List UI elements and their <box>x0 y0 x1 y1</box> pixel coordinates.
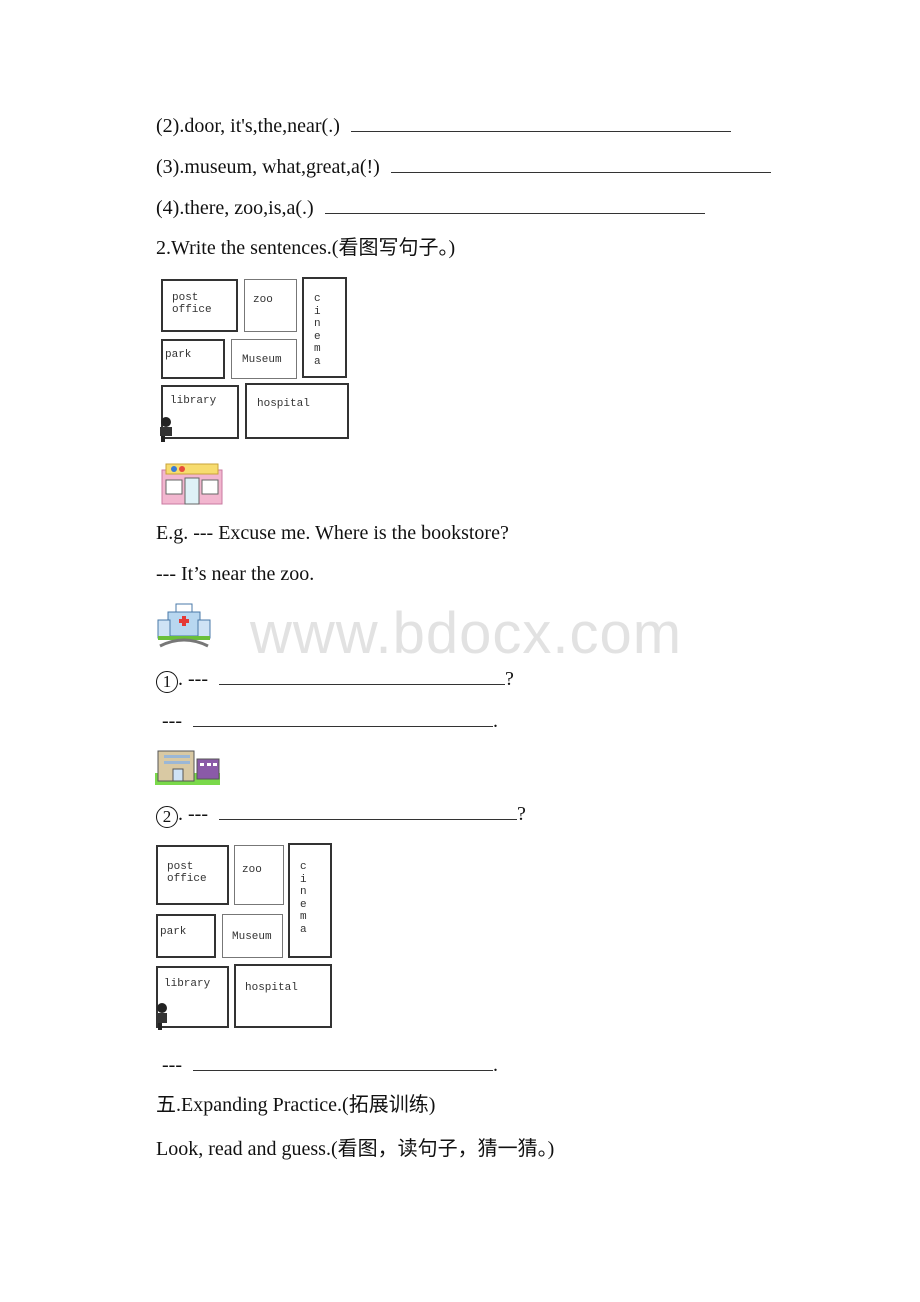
map-zoo: zoo <box>244 279 297 332</box>
map-post-office: post office <box>161 279 238 332</box>
answer-blank[interactable] <box>192 708 493 727</box>
reorder-exercise-3: (3).museum, what,great,a(!) <box>156 154 771 179</box>
example-answer: --- It’s near the zoo. <box>156 563 315 585</box>
town-map: post office zoo cinema park Museum libra… <box>156 276 352 442</box>
reorder-exercise-2: (2).door, it's,the,near(.) <box>156 113 731 138</box>
exercise-prompt: (4).there, zoo,is,a(.) <box>156 197 314 219</box>
answer-blank[interactable] <box>192 1052 493 1071</box>
section-2-heading: 2.Write the sentences.(看图写句子。) <box>156 237 456 259</box>
school-building-picture <box>155 750 220 785</box>
person-icon <box>157 1003 167 1030</box>
item-1-question: 1. --- ? <box>156 666 514 693</box>
example-question: E.g. --- Excuse me. Where is the booksto… <box>156 522 509 544</box>
section-5-instruction: Look, read and guess.(看图，读句子，猜一猜。) <box>156 1138 555 1160</box>
exercise-prompt: (3).museum, what,great,a(!) <box>156 156 380 178</box>
answer-blank[interactable] <box>324 195 705 214</box>
map-hospital: hospital <box>234 964 332 1028</box>
item-2-question: 2. --- ? <box>156 801 526 828</box>
item-number: 1 <box>156 671 178 693</box>
map-post-office: post office <box>156 845 229 905</box>
map-park: park <box>161 339 225 379</box>
map-zoo: zoo <box>234 845 284 905</box>
answer-blank[interactable] <box>350 113 731 132</box>
reorder-exercise-4: (4).there, zoo,is,a(.) <box>156 195 705 220</box>
exercise-prompt: (2).door, it's,the,near(.) <box>156 115 340 137</box>
bookstore-picture <box>161 463 223 505</box>
item-number: 2 <box>156 806 178 828</box>
section-5-heading: 五.Expanding Practice.(拓展训练) <box>156 1094 436 1116</box>
item-1-answer: --- . <box>162 708 498 732</box>
map-cinema: cinema <box>302 277 347 378</box>
map-cinema: cinema <box>288 843 332 958</box>
map-museum: Museum <box>231 339 297 379</box>
map-museum: Museum <box>222 914 283 958</box>
question-blank[interactable] <box>218 666 505 685</box>
person-icon <box>160 417 172 442</box>
map-park: park <box>156 914 216 958</box>
question-blank[interactable] <box>218 801 517 820</box>
town-map: post office zoo cinema park Museum libra… <box>154 842 334 1032</box>
watermark: www.bdocx.com <box>250 601 683 666</box>
hospital-picture <box>157 603 211 648</box>
map-hospital: hospital <box>245 383 349 439</box>
item-2-answer: --- . <box>162 1052 498 1076</box>
answer-blank[interactable] <box>390 154 771 173</box>
